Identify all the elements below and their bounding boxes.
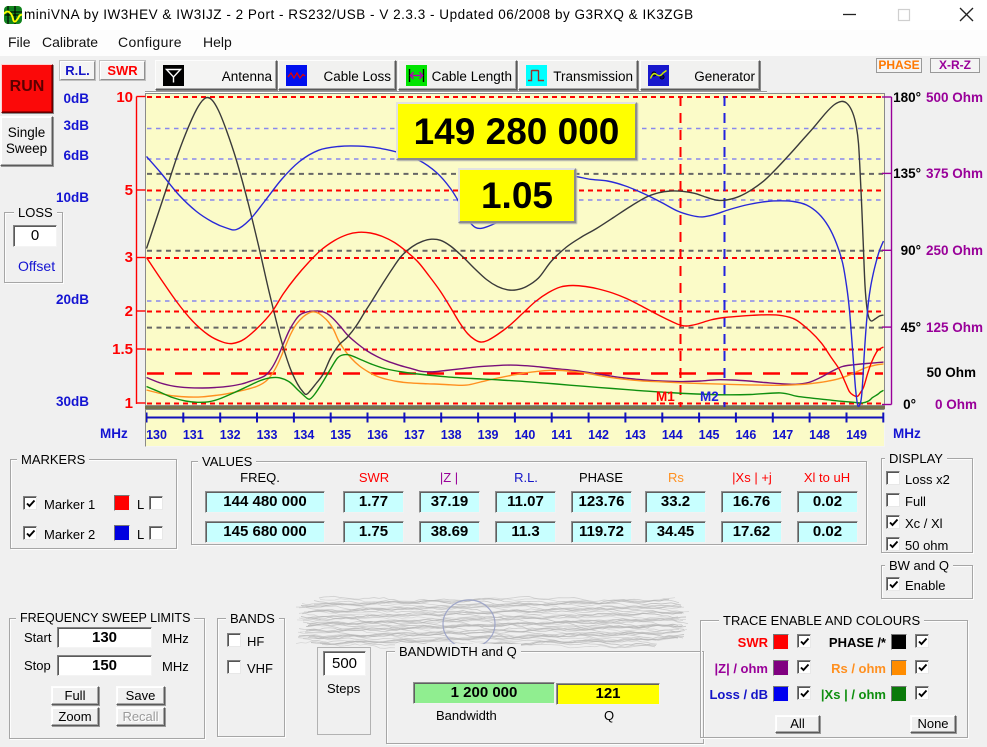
- svg-text:147: 147: [772, 428, 793, 442]
- svg-text:142: 142: [588, 428, 609, 442]
- svg-text:148: 148: [809, 428, 830, 442]
- svg-text:132: 132: [220, 428, 241, 442]
- svg-text:139: 139: [478, 428, 499, 442]
- svg-text:130: 130: [146, 428, 167, 442]
- svg-text:140: 140: [514, 428, 535, 442]
- svg-text:M1: M1: [656, 389, 675, 404]
- svg-text:M2: M2: [700, 389, 719, 404]
- svg-text:137: 137: [404, 428, 425, 442]
- svg-text:133: 133: [257, 428, 278, 442]
- svg-text:136: 136: [367, 428, 388, 442]
- svg-text:135: 135: [330, 428, 351, 442]
- svg-text:144: 144: [662, 428, 683, 442]
- svg-text:141: 141: [551, 428, 572, 442]
- svg-text:131: 131: [183, 428, 204, 442]
- svg-text:138: 138: [441, 428, 462, 442]
- svg-text:145: 145: [699, 428, 720, 442]
- svg-text:149: 149: [846, 428, 867, 442]
- svg-text:146: 146: [735, 428, 756, 442]
- svg-text:134: 134: [293, 428, 314, 442]
- svg-text:143: 143: [625, 428, 646, 442]
